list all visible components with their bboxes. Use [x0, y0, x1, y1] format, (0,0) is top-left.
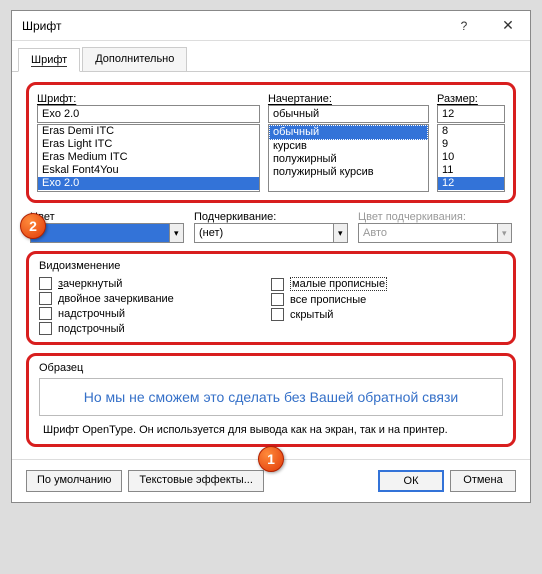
list-item[interactable]: полужирный	[269, 153, 428, 166]
list-item[interactable]: 12	[438, 177, 504, 190]
style-label: Начертание:	[268, 93, 429, 105]
hidden-label: скрытый	[290, 309, 333, 321]
font-label: Шрифт:	[37, 93, 260, 105]
textcolor-label: Цвет	[30, 211, 184, 223]
dstrike-label: двойное зачеркивание	[58, 293, 174, 305]
list-item[interactable]: Eskal Font4You	[38, 164, 259, 177]
checkbox-super[interactable]	[39, 307, 52, 320]
list-item[interactable]: Eras Light ITC	[38, 138, 259, 151]
badge-2: 2	[20, 213, 46, 239]
help-button[interactable]: ?	[442, 11, 486, 41]
list-item[interactable]: Eras Medium ITC	[38, 151, 259, 164]
font-section: Шрифт: Eras Demi ITC Eras Light ITC Eras…	[26, 82, 516, 203]
sample-info: Шрифт OpenType. Он используется для выво…	[39, 422, 503, 438]
list-item[interactable]: Eras Demi ITC	[38, 125, 259, 138]
style-listbox[interactable]: обычный курсив полужирный полужирный кур…	[268, 124, 429, 192]
size-listbox[interactable]: 8 9 10 11 12	[437, 124, 505, 192]
ok-button[interactable]: ОК	[378, 470, 444, 492]
sub-label: подстрочный	[58, 323, 125, 335]
font-input[interactable]	[37, 105, 260, 123]
checkbox-allcaps[interactable]	[271, 293, 284, 306]
textcolor-dropdown[interactable]: ▾	[30, 223, 184, 243]
tab-font[interactable]: Шрифт	[18, 48, 80, 72]
underline-label: Подчеркивание:	[194, 211, 348, 223]
checkbox-dstrike[interactable]	[39, 292, 52, 305]
tab-advanced[interactable]: Дополнительно	[82, 47, 187, 71]
chevron-down-icon: ▾	[497, 224, 511, 242]
checkbox-smallcaps[interactable]	[271, 278, 284, 291]
list-item[interactable]: обычный	[269, 125, 428, 140]
checkbox-hidden[interactable]	[271, 308, 284, 321]
list-item[interactable]: 10	[438, 151, 504, 164]
chevron-down-icon: ▾	[169, 224, 183, 242]
size-input[interactable]	[437, 105, 505, 123]
font-dialog: Шрифт ? ✕ Шрифт Дополнительно Шрифт: Era…	[11, 10, 531, 503]
super-label: надстрочный	[58, 308, 125, 320]
allcaps-label: все прописные	[290, 294, 366, 306]
strike-label: зачеркнутый	[58, 278, 122, 290]
ulcolor-label: Цвет подчеркивания:	[358, 211, 512, 223]
color-row: Цвет ▾ Подчеркивание: (нет) ▾ Цвет подче…	[26, 211, 516, 243]
list-item[interactable]: Exo 2.0	[38, 177, 259, 190]
window-title: Шрифт	[22, 19, 442, 33]
texteffects-button[interactable]: Текстовые эффекты...	[128, 470, 264, 492]
list-item[interactable]: полужирный курсив	[269, 166, 428, 179]
smallcaps-label: малые прописные	[290, 277, 387, 291]
dialog-body: Шрифт: Eras Demi ITC Eras Light ITC Eras…	[12, 72, 530, 459]
size-label: Размер:	[437, 93, 505, 105]
cancel-button[interactable]: Отмена	[450, 470, 516, 492]
list-item[interactable]: курсив	[269, 140, 428, 153]
tabstrip: Шрифт Дополнительно	[12, 41, 530, 72]
sample-preview: Но мы не сможем это сделать без Вашей об…	[39, 378, 503, 416]
underline-dropdown[interactable]: (нет) ▾	[194, 223, 348, 243]
close-button[interactable]: ✕	[486, 11, 530, 41]
chevron-down-icon: ▾	[333, 224, 347, 242]
effects-legend: Видоизменение	[39, 260, 503, 272]
titlebar: Шрифт ? ✕	[12, 11, 530, 41]
sample-section: Образец Но мы не сможем это сделать без …	[26, 353, 516, 447]
sample-legend: Образец	[39, 362, 503, 374]
badge-1: 1	[258, 446, 284, 472]
ulcolor-dropdown: Авто ▾	[358, 223, 512, 243]
list-item[interactable]: 11	[438, 164, 504, 177]
list-item[interactable]: 9	[438, 138, 504, 151]
checkbox-strike[interactable]	[39, 277, 52, 290]
style-input[interactable]	[268, 105, 429, 123]
effects-section: Видоизменение зачеркнутый двойное зачерк…	[26, 251, 516, 345]
list-item[interactable]: 8	[438, 125, 504, 138]
button-row: По умолчанию Текстовые эффекты... ОК Отм…	[12, 459, 530, 502]
font-listbox[interactable]: Eras Demi ITC Eras Light ITC Eras Medium…	[37, 124, 260, 192]
default-button[interactable]: По умолчанию	[26, 470, 122, 492]
checkbox-sub[interactable]	[39, 322, 52, 335]
